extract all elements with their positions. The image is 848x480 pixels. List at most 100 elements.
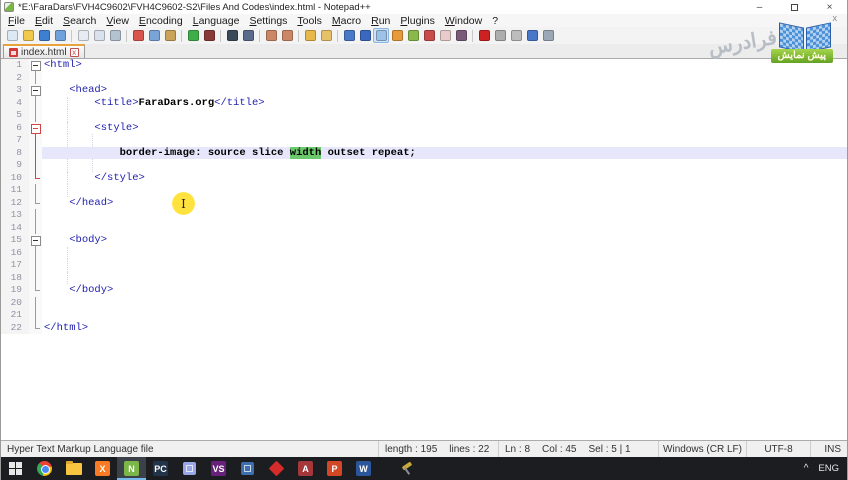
- code-line-22[interactable]: 22 </html>: [1, 321, 847, 334]
- close-button[interactable]: ×: [812, 0, 847, 14]
- powerpoint-taskbar-button[interactable]: P: [320, 457, 349, 480]
- replace-icon[interactable]: [240, 28, 256, 43]
- print-icon[interactable]: [107, 28, 123, 43]
- show-all-chars-icon[interactable]: [357, 28, 373, 43]
- cube-dark-app-taskbar-button[interactable]: [233, 457, 262, 480]
- paste-icon[interactable]: [162, 28, 178, 43]
- menu-tools[interactable]: Tools: [292, 15, 327, 27]
- open-file-icon[interactable]: [20, 28, 36, 43]
- edit-marker-icon[interactable]: [421, 28, 437, 43]
- code-line-11[interactable]: 11: [1, 184, 847, 197]
- close-icon[interactable]: [75, 28, 91, 43]
- code-line-3[interactable]: 3 <head>: [1, 84, 847, 97]
- tab-index-html[interactable]: index.html x: [3, 44, 85, 58]
- doc-map-icon[interactable]: [389, 28, 405, 43]
- file-explorer-taskbar-button[interactable]: [59, 457, 88, 480]
- run-macro-multi-icon[interactable]: [524, 28, 540, 43]
- xampp-taskbar-button[interactable]: X: [88, 457, 117, 480]
- stop-macro-icon[interactable]: [492, 28, 508, 43]
- code-line-4[interactable]: 4 <title>FaraDars.org</title>: [1, 96, 847, 109]
- language-indicator[interactable]: ENG: [818, 463, 839, 474]
- save-macro-icon[interactable]: [540, 28, 556, 43]
- find-icon[interactable]: [224, 28, 240, 43]
- code-line-8[interactable]: 8 border-image: source slice width outse…: [1, 146, 847, 159]
- monitoring-eye-icon[interactable]: [453, 28, 469, 43]
- code-line-13[interactable]: 13: [1, 209, 847, 222]
- code-editor[interactable]: 1 <html> 2 3 <head> 4 <title>FaraDars.org</t…: [1, 59, 847, 440]
- menu-encoding[interactable]: Encoding: [134, 15, 188, 27]
- code-line-18[interactable]: 18: [1, 271, 847, 284]
- menu-file[interactable]: File: [3, 15, 30, 27]
- sync-scroll-h-icon[interactable]: [318, 28, 334, 43]
- menu-run[interactable]: Run: [366, 15, 395, 27]
- menu-search[interactable]: Search: [58, 15, 101, 27]
- code-line-20[interactable]: 20: [1, 296, 847, 309]
- code-line-21[interactable]: 21: [1, 309, 847, 322]
- visual-studio-taskbar-button[interactable]: VS: [204, 457, 233, 480]
- close-all-icon[interactable]: [91, 28, 107, 43]
- play-macro-icon[interactable]: [508, 28, 524, 43]
- cube-light-app-taskbar-button[interactable]: [175, 457, 204, 480]
- record-macro-icon[interactable]: [476, 28, 492, 43]
- start-button-taskbar-button[interactable]: [1, 457, 30, 480]
- disabled-icon[interactable]: [437, 28, 453, 43]
- menu-plugins[interactable]: Plugins: [395, 15, 439, 27]
- line-number: 1: [1, 59, 29, 72]
- undo-icon[interactable]: [185, 28, 201, 43]
- notepad-plus-plus-taskbar-button[interactable]: N: [117, 457, 146, 480]
- unsaved-file-icon: [9, 47, 18, 57]
- menu-settings[interactable]: Settings: [244, 15, 292, 27]
- fold-toggle-icon[interactable]: [29, 59, 42, 72]
- fold-toggle-icon[interactable]: [29, 84, 42, 97]
- fold-toggle-icon[interactable]: [29, 121, 42, 134]
- diamond-app-taskbar-button[interactable]: [262, 457, 291, 480]
- redo-icon[interactable]: [201, 28, 217, 43]
- tab-close-icon[interactable]: x: [69, 47, 79, 57]
- code-line-5[interactable]: 5: [1, 109, 847, 122]
- word-taskbar-button[interactable]: W: [349, 457, 378, 480]
- new-file-icon[interactable]: [4, 28, 20, 43]
- tool-app-taskbar-button[interactable]: [392, 457, 421, 480]
- zoom-out-icon[interactable]: [279, 28, 295, 43]
- fold-toggle-icon[interactable]: [29, 234, 42, 247]
- code-line-2[interactable]: 2: [1, 71, 847, 84]
- menu-help[interactable]: ?: [487, 15, 503, 27]
- toolbar-separator: [298, 29, 299, 42]
- menu-macro[interactable]: Macro: [327, 15, 366, 27]
- code-line-6[interactable]: 6 <style>: [1, 121, 847, 134]
- menu-window[interactable]: Window: [440, 15, 487, 27]
- menu-edit[interactable]: Edit: [30, 15, 58, 27]
- code-line-12[interactable]: 12 </head>: [1, 196, 847, 209]
- save-icon[interactable]: [36, 28, 52, 43]
- tray-expand-icon[interactable]: ^: [804, 463, 809, 474]
- copy-icon[interactable]: [146, 28, 162, 43]
- tool-app-icon: [400, 462, 414, 476]
- menu-view[interactable]: View: [101, 15, 134, 27]
- code-line-15[interactable]: 15 <body>: [1, 234, 847, 247]
- code-line-1[interactable]: 1 <html>: [1, 59, 847, 72]
- code-line-7[interactable]: 7: [1, 134, 847, 147]
- code-line-9[interactable]: 9: [1, 159, 847, 172]
- save-all-icon[interactable]: [52, 28, 68, 43]
- code-line-10[interactable]: 10 </style>: [1, 171, 847, 184]
- indent-guide-icon[interactable]: [373, 28, 389, 43]
- cut-icon[interactable]: [130, 28, 146, 43]
- line-number: 2: [1, 71, 29, 84]
- access-taskbar-button[interactable]: A: [291, 457, 320, 480]
- code-line-17[interactable]: 17: [1, 259, 847, 272]
- zoom-in-icon[interactable]: [263, 28, 279, 43]
- pycharm-taskbar-button[interactable]: PC: [146, 457, 175, 480]
- function-list-icon[interactable]: [405, 28, 421, 43]
- xampp-icon: X: [95, 461, 110, 476]
- sync-scroll-v-icon[interactable]: [302, 28, 318, 43]
- minimize-button[interactable]: –: [742, 0, 777, 14]
- menu-language[interactable]: Language: [188, 15, 245, 27]
- word-wrap-icon[interactable]: [341, 28, 357, 43]
- maximize-button[interactable]: [777, 0, 812, 14]
- code-line-19[interactable]: 19 </body>: [1, 284, 847, 297]
- code-line-14[interactable]: 14: [1, 221, 847, 234]
- code-line-16[interactable]: 16: [1, 246, 847, 259]
- line-number: 3: [1, 84, 29, 97]
- chrome-taskbar-button[interactable]: [30, 457, 59, 480]
